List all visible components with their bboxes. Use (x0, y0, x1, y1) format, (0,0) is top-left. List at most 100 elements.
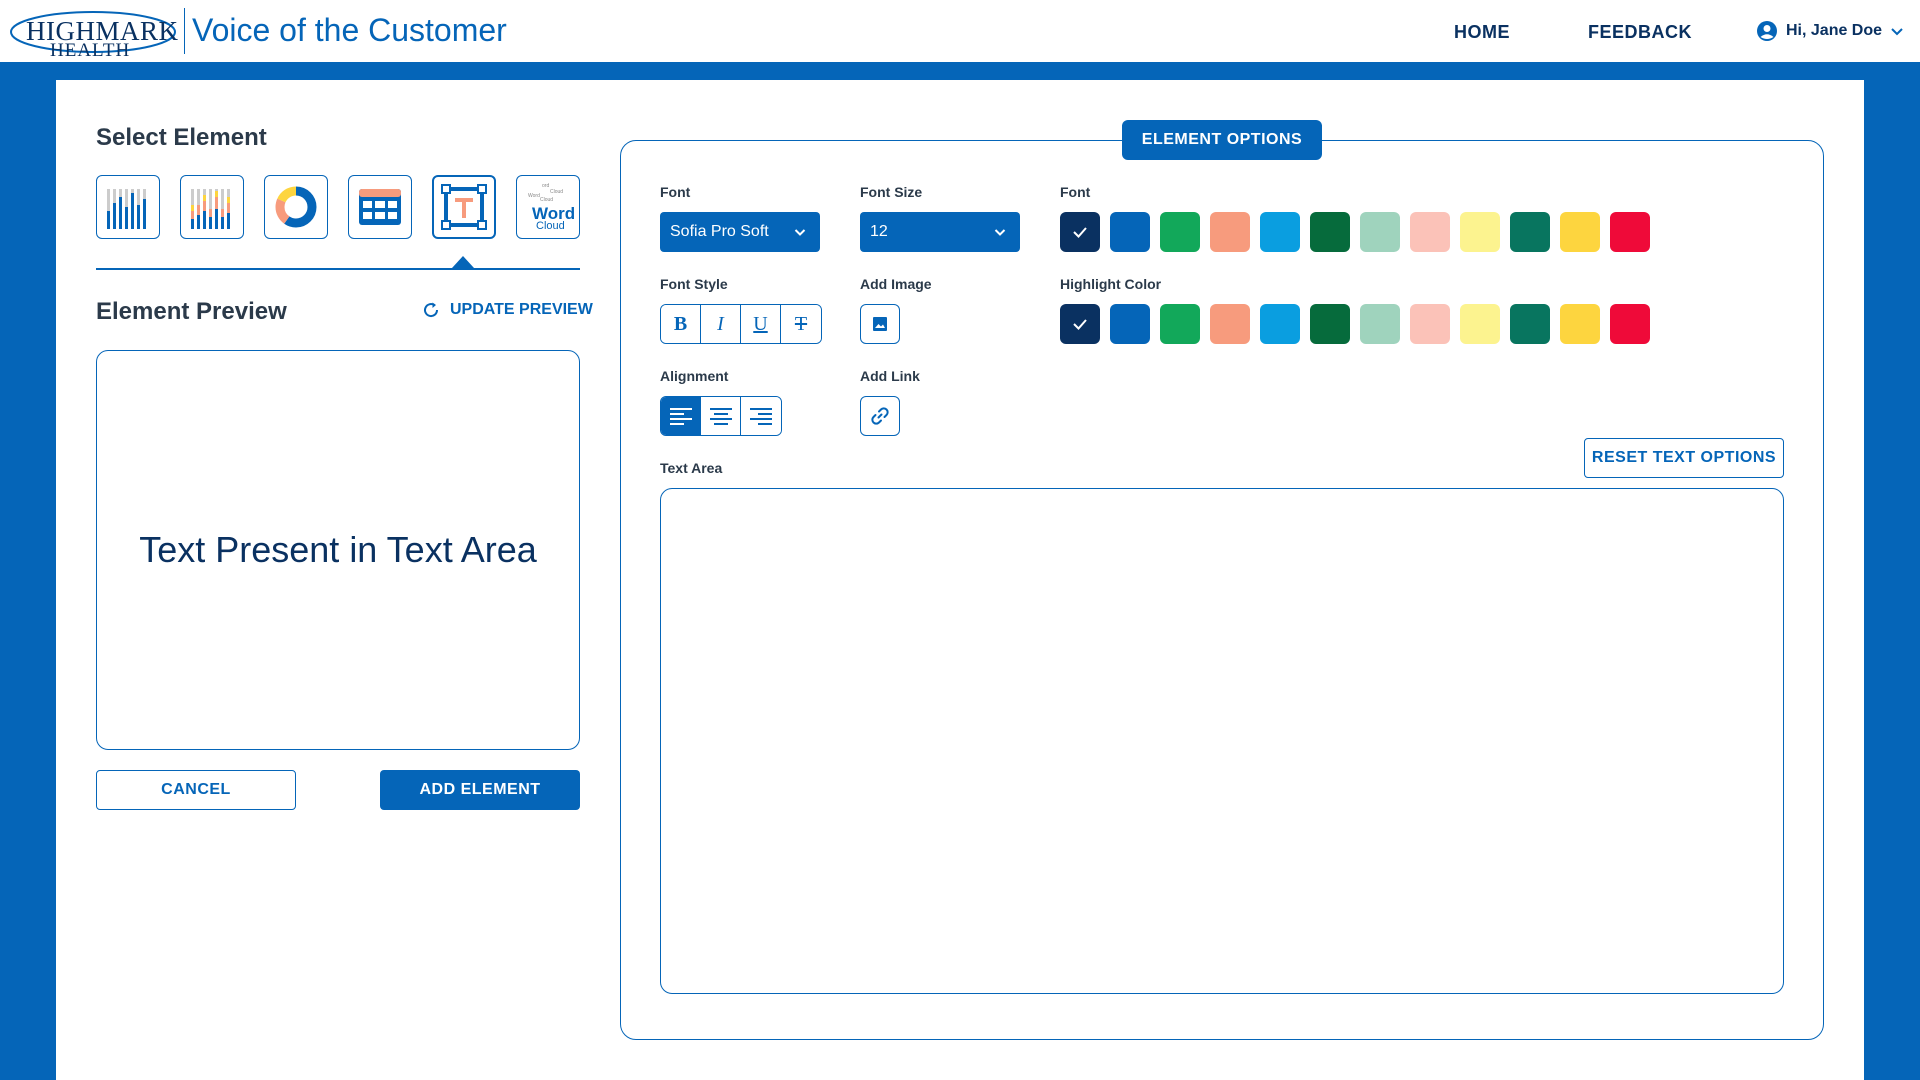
element-preview-title: Element Preview (96, 298, 287, 325)
font-color-swatch-sky[interactable] (1260, 212, 1300, 252)
element-bar-chart-button[interactable] (96, 175, 160, 239)
text-box-icon (441, 184, 487, 230)
text-area-input[interactable] (660, 488, 1784, 994)
preview-text: Text Present in Text Area (139, 529, 537, 570)
highlight-swatch-yellow[interactable] (1560, 304, 1600, 344)
font-color-swatch-dark-green[interactable] (1310, 212, 1350, 252)
element-donut-chart-button[interactable] (264, 175, 328, 239)
svg-text:ord: ord (542, 183, 549, 189)
font-style-label: Font Style (660, 276, 728, 292)
alignment-group (660, 396, 782, 436)
font-color-swatch-light-yellow[interactable] (1460, 212, 1500, 252)
highlight-swatch-dark-green[interactable] (1310, 304, 1350, 344)
top-header: HIGHMARK HEALTH Voice of the Customer HO… (0, 0, 1920, 62)
strikethrough-button[interactable]: T (781, 305, 821, 343)
highlight-swatch-sky[interactable] (1260, 304, 1300, 344)
font-label: Font (660, 184, 691, 200)
logo-divider (184, 8, 185, 54)
align-center-button[interactable] (701, 397, 741, 435)
word-cloud-icon: ordCloudWordCloud Word Cloud (528, 183, 575, 232)
align-left-button[interactable] (661, 397, 701, 435)
user-menu[interactable]: Hi, Jane Doe (1756, 20, 1904, 42)
font-color-swatch-yellow[interactable] (1560, 212, 1600, 252)
font-color-swatch-blue[interactable] (1110, 212, 1150, 252)
element-selector-underline (96, 268, 580, 270)
font-color-swatch-pink[interactable] (1410, 212, 1450, 252)
highmark-health-logo[interactable]: HIGHMARK HEALTH (8, 6, 178, 61)
element-stacked-bar-chart-button[interactable] (180, 175, 244, 239)
highlight-swatch-teal[interactable] (1510, 304, 1550, 344)
reset-text-options-button[interactable]: RESET TEXT OPTIONS (1584, 438, 1784, 478)
check-icon (1073, 319, 1087, 330)
svg-text:Cloud: Cloud (540, 197, 553, 203)
image-icon (873, 317, 887, 331)
update-preview-label: UPDATE PREVIEW (450, 301, 593, 318)
font-color-swatch-teal[interactable] (1510, 212, 1550, 252)
font-color-swatch-mint[interactable] (1360, 212, 1400, 252)
font-size-select[interactable]: 12 (860, 212, 1020, 252)
font-style-group: B I U T (660, 304, 822, 344)
highlight-swatch-mint[interactable] (1360, 304, 1400, 344)
nav-home-link[interactable]: HOME (1454, 22, 1510, 43)
svg-text:Cloud: Cloud (550, 189, 563, 195)
font-family-select[interactable]: Sofia Pro Soft (660, 212, 820, 252)
italic-button[interactable]: I (701, 305, 741, 343)
bold-button[interactable]: B (661, 305, 701, 343)
highlight-swatch-light-yellow[interactable] (1460, 304, 1500, 344)
selected-element-indicator (452, 256, 474, 268)
app-title: Voice of the Customer (192, 12, 507, 48)
font-color-label: Font (1060, 184, 1091, 200)
donut-chart-icon (275, 186, 317, 228)
alignment-label: Alignment (660, 368, 729, 384)
element-options-tab[interactable]: ELEMENT OPTIONS (1122, 120, 1322, 160)
bar-chart-icon (107, 189, 146, 229)
chevron-down-icon (1891, 28, 1903, 36)
font-color-swatch-green[interactable] (1160, 212, 1200, 252)
font-color-swatch-red[interactable] (1610, 212, 1650, 252)
highlight-swatch-blue[interactable] (1110, 304, 1150, 344)
element-word-cloud-button[interactable]: ord Cloud Word Cloud Word Cloud (516, 175, 580, 239)
font-color-swatch-navy[interactable] (1060, 212, 1100, 252)
add-image-button[interactable] (860, 304, 900, 344)
highlight-swatch-green[interactable] (1160, 304, 1200, 344)
cancel-button[interactable]: CANCEL (96, 770, 296, 810)
user-greeting: Hi, Jane Doe (1786, 22, 1883, 39)
underline-button[interactable]: U (741, 305, 781, 343)
user-avatar-icon (1757, 21, 1777, 41)
highlight-swatch-salmon[interactable] (1210, 304, 1250, 344)
highlight-color-swatches (1060, 304, 1650, 344)
element-preview-box: Text Present in Text Area (96, 350, 580, 750)
align-center-icon (709, 408, 732, 425)
update-preview-button[interactable]: UPDATE PREVIEW (422, 301, 593, 319)
align-right-button[interactable] (741, 397, 781, 435)
align-left-icon (669, 408, 692, 425)
select-element-title: Select Element (96, 124, 267, 151)
element-table-button[interactable] (348, 175, 412, 239)
svg-text:Word: Word (528, 193, 540, 199)
font-size-label: Font Size (860, 184, 923, 200)
refresh-icon (424, 302, 439, 318)
highlight-swatch-navy[interactable] (1060, 304, 1100, 344)
font-family-value: Sofia Pro Soft (670, 223, 769, 240)
add-link-label: Add Link (860, 368, 920, 384)
font-color-swatch-salmon[interactable] (1210, 212, 1250, 252)
add-image-label: Add Image (860, 276, 932, 292)
chevron-down-icon (794, 229, 806, 236)
word-cloud-cloud-text: Cloud (536, 220, 565, 232)
chevron-down-icon (994, 229, 1006, 236)
add-link-button[interactable] (860, 396, 900, 436)
stacked-bar-chart-icon (191, 189, 230, 229)
check-icon (1073, 227, 1087, 238)
highlight-swatch-pink[interactable] (1410, 304, 1450, 344)
text-area-label: Text Area (660, 460, 723, 476)
table-icon (359, 189, 401, 225)
link-icon (871, 407, 889, 425)
logo-text-health: HEALTH (50, 40, 131, 61)
highlight-color-label: Highlight Color (1060, 276, 1162, 292)
nav-feedback-link[interactable]: FEEDBACK (1588, 22, 1692, 43)
font-size-value: 12 (870, 223, 888, 240)
font-color-swatches (1060, 212, 1650, 252)
element-text-button[interactable] (432, 175, 496, 239)
add-element-button[interactable]: ADD ELEMENT (380, 770, 580, 810)
highlight-swatch-red[interactable] (1610, 304, 1650, 344)
